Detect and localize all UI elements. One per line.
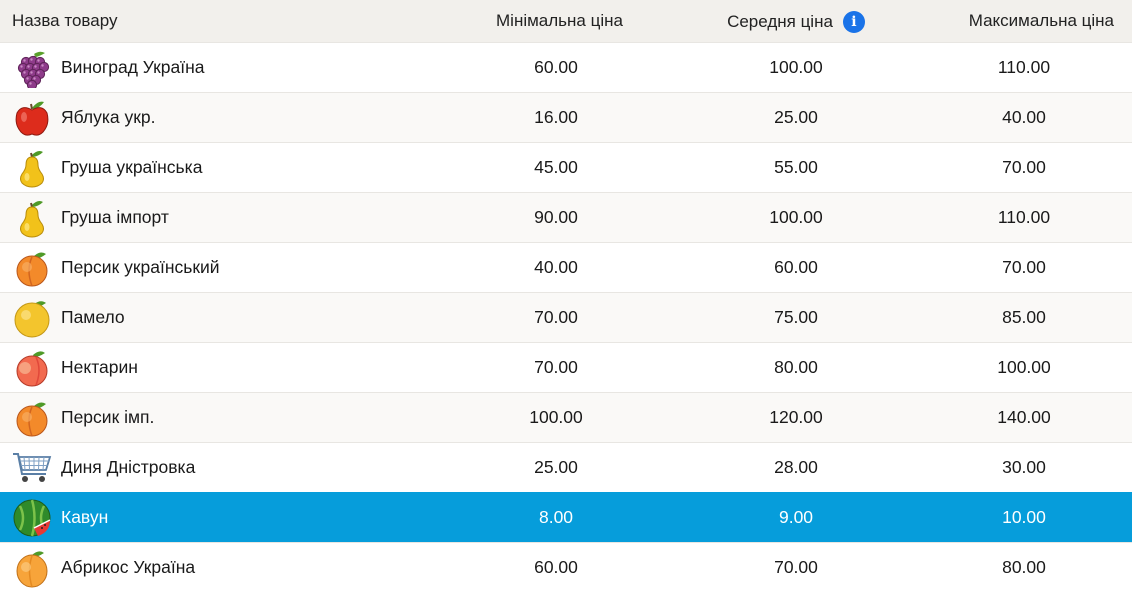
table-row[interactable]: Абрикос Україна 60.00 70.00 80.00 <box>0 542 1132 592</box>
column-header-max-price[interactable]: Максимальна ціна <box>916 11 1132 31</box>
price-table: Назва товару Мінімальна ціна Середня цін… <box>0 0 1132 592</box>
pear-icon <box>12 148 52 188</box>
min-price-cell: 40.00 <box>534 257 578 277</box>
product-name: Абрикос Україна <box>61 557 196 577</box>
pomelo-icon <box>12 298 52 338</box>
min-price-cell: 100.00 <box>529 407 583 427</box>
max-price-cell: 110.00 <box>997 207 1051 227</box>
product-name-cell: Груша українська <box>0 148 436 188</box>
min-price-cell: 70.00 <box>534 357 578 377</box>
table-row[interactable]: Груша імпорт 90.00 100.00 110.00 <box>0 192 1132 242</box>
column-header-min-price[interactable]: Мінімальна ціна <box>436 11 676 31</box>
column-header-avg-price[interactable]: Середня ціна i <box>676 9 916 33</box>
grapes-icon <box>12 48 52 88</box>
table-row[interactable]: Персик імп. 100.00 120.00 140.00 <box>0 392 1132 442</box>
avg-price-cell: 80.00 <box>774 357 818 377</box>
max-price-cell: 70.00 <box>1002 257 1046 277</box>
avg-price-cell: 100.00 <box>769 57 823 77</box>
min-price-cell: 60.00 <box>534 57 578 77</box>
max-price-cell: 40.00 <box>1002 107 1046 127</box>
min-price-cell: 8.00 <box>538 507 574 527</box>
column-header-avg-label: Середня ціна <box>727 12 833 31</box>
pear-icon <box>12 198 52 238</box>
avg-price-cell: 28.00 <box>774 457 818 477</box>
peach-icon <box>12 248 52 288</box>
product-name-cell: Персик український <box>0 248 436 288</box>
product-name: Диня Дністровка <box>61 457 196 477</box>
max-price-cell: 70.00 <box>1002 157 1046 177</box>
product-name-cell: Яблука укр. <box>0 98 436 138</box>
min-price-cell: 90.00 <box>534 207 578 227</box>
apple-icon <box>12 98 52 138</box>
watermelon-icon <box>12 498 52 538</box>
table-row[interactable]: Нектарин 70.00 80.00 100.00 <box>0 342 1132 392</box>
product-name-cell: Виноград Україна <box>0 48 436 88</box>
product-name: Виноград Україна <box>61 57 205 77</box>
min-price-cell: 25.00 <box>534 457 578 477</box>
min-price-cell: 16.00 <box>534 107 578 127</box>
apricot-icon <box>12 548 52 588</box>
max-price-cell: 30.00 <box>1002 457 1046 477</box>
product-name-cell: Груша імпорт <box>0 198 436 238</box>
product-name-cell: Памело <box>0 298 436 338</box>
max-price-cell: 85.00 <box>1002 307 1046 327</box>
avg-price-cell: 9.00 <box>778 507 814 527</box>
max-price-cell: 140.00 <box>997 407 1051 427</box>
product-name: Кавун <box>61 507 109 527</box>
min-price-cell: 60.00 <box>534 557 578 577</box>
product-name: Нектарин <box>61 357 138 377</box>
product-name-cell: Абрикос Україна <box>0 548 436 588</box>
table-row[interactable]: Виноград Україна 60.00 100.00 110.00 <box>0 42 1132 92</box>
product-name: Памело <box>61 307 125 327</box>
avg-price-cell: 55.00 <box>774 157 818 177</box>
column-header-name[interactable]: Назва товару <box>0 11 436 31</box>
product-name: Персик український <box>61 257 220 277</box>
peach-icon <box>12 398 52 438</box>
product-name: Персик імп. <box>61 407 155 427</box>
product-name: Груша українська <box>61 157 203 177</box>
product-name-cell: Диня Дністровка <box>0 448 436 488</box>
avg-price-cell: 60.00 <box>774 257 818 277</box>
avg-price-cell: 100.00 <box>769 207 823 227</box>
table-row[interactable]: Персик український 40.00 60.00 70.00 <box>0 242 1132 292</box>
info-icon[interactable]: i <box>842 11 865 33</box>
max-price-cell: 10.00 <box>1002 507 1046 527</box>
max-price-cell: 110.00 <box>997 57 1051 77</box>
table-header: Назва товару Мінімальна ціна Середня цін… <box>0 0 1132 42</box>
nectarine-icon <box>12 348 52 388</box>
avg-price-cell: 25.00 <box>774 107 818 127</box>
avg-price-cell: 75.00 <box>774 307 818 327</box>
min-price-cell: 45.00 <box>534 157 578 177</box>
table-row[interactable]: Памело 70.00 75.00 85.00 <box>0 292 1132 342</box>
product-name: Яблука укр. <box>61 107 156 127</box>
shopping-cart-icon <box>12 448 52 488</box>
product-name: Груша імпорт <box>61 207 169 227</box>
max-price-cell: 80.00 <box>1002 557 1046 577</box>
table-row[interactable]: Яблука укр. 16.00 25.00 40.00 <box>0 92 1132 142</box>
avg-price-cell: 120.00 <box>769 407 823 427</box>
table-row[interactable]: Груша українська 45.00 55.00 70.00 <box>0 142 1132 192</box>
avg-price-cell: 70.00 <box>774 557 818 577</box>
product-name-cell: Кавун <box>0 498 436 538</box>
table-row[interactable]: Диня Дністровка 25.00 28.00 30.00 <box>0 442 1132 492</box>
product-name-cell: Персик імп. <box>0 398 436 438</box>
min-price-cell: 70.00 <box>534 307 578 327</box>
table-row[interactable]: Кавун 8.00 9.00 10.00 <box>0 492 1132 542</box>
product-name-cell: Нектарин <box>0 348 436 388</box>
max-price-cell: 100.00 <box>997 357 1051 377</box>
